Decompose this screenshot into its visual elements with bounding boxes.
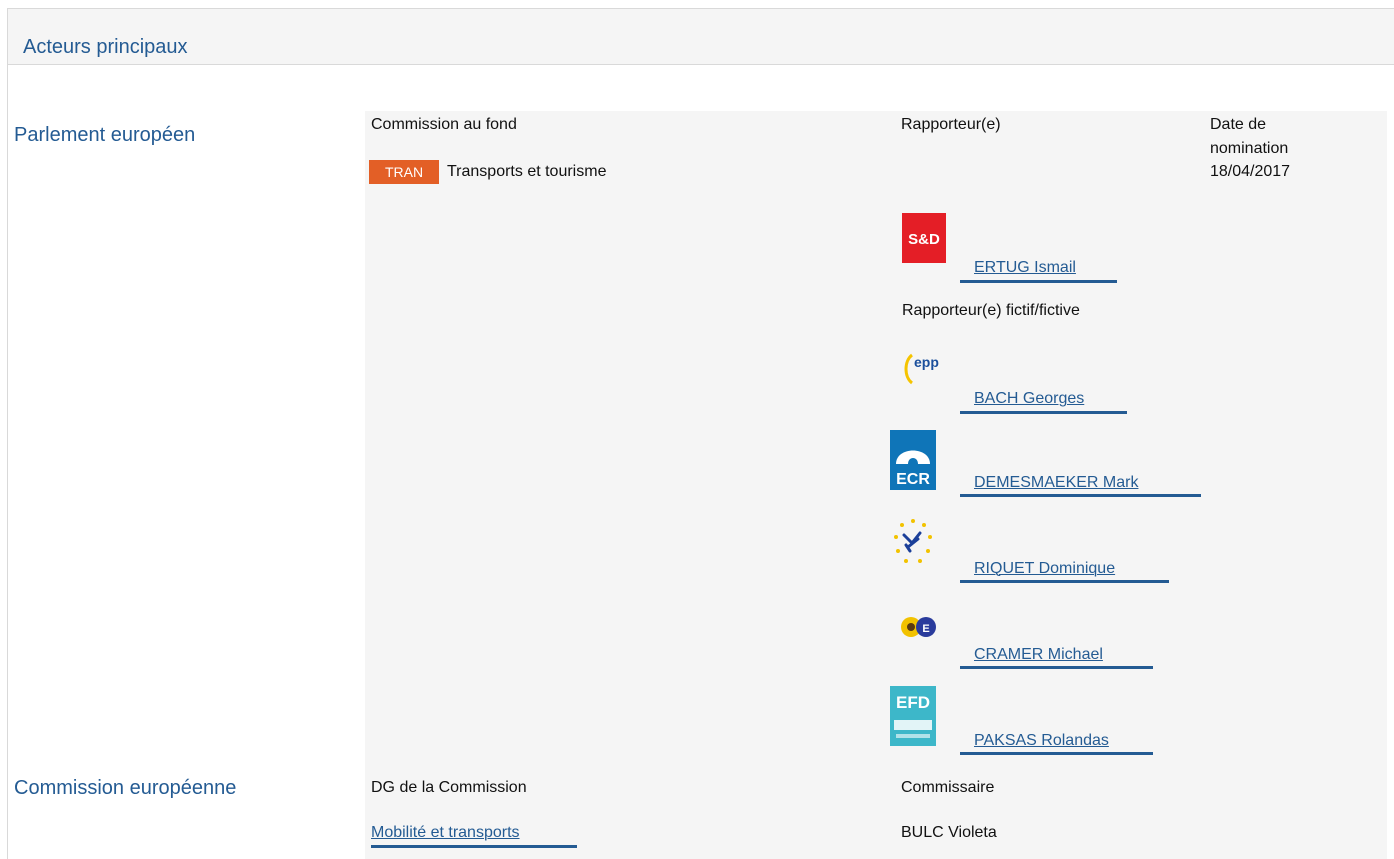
- commissioner-name: BULC Violeta: [901, 824, 997, 841]
- commission-label: Commission européenne: [14, 777, 237, 799]
- epp-logo-icon: epp: [902, 347, 946, 397]
- date-column-header-line1: Date de: [1210, 116, 1267, 133]
- dg-link[interactable]: Mobilité et transports: [371, 823, 520, 843]
- shadow-link-cramer-underline: [960, 666, 1153, 669]
- committee-badge: TRAN: [369, 160, 439, 184]
- shadow-link-riquet[interactable]: RIQUET Dominique: [974, 559, 1115, 579]
- nomination-date: 18/04/2017: [1210, 163, 1291, 180]
- s-and-d-logo-icon: S&D: [902, 213, 946, 263]
- svg-text:ECR: ECR: [896, 471, 930, 488]
- ecr-logo-icon: ECR: [890, 430, 936, 490]
- svg-text:S&D: S&D: [908, 231, 940, 248]
- date-column-header-line2: nomination: [1210, 140, 1289, 157]
- efd-logo-icon: EFD: [890, 686, 936, 746]
- rapporteur-column-header: Rapporteur(e): [901, 116, 1001, 133]
- commissioner-column-header: Commissaire: [901, 779, 995, 796]
- shadow-link-bach-underline: [960, 411, 1127, 414]
- svg-text:EFD: EFD: [896, 693, 930, 712]
- panel-title: Acteurs principaux: [23, 36, 188, 58]
- shadow-link-cramer[interactable]: CRAMER Michael: [974, 645, 1103, 665]
- svg-text:E: E: [922, 623, 929, 635]
- shadow-link-paksas-underline: [960, 752, 1153, 755]
- shadow-link-demesmaeker[interactable]: DEMESMAEKER Mark: [974, 473, 1138, 493]
- rapporteur-link-underline: [960, 280, 1117, 283]
- svg-text:epp: epp: [914, 354, 939, 370]
- shadow-rapporteur-label: Rapporteur(e) fictif/fictive: [902, 302, 1080, 319]
- dg-link-underline: [371, 845, 577, 848]
- panel-header: Acteurs principaux: [8, 9, 1394, 65]
- greens-efa-logo-icon: E: [898, 612, 938, 642]
- committee-name: Transports et tourisme: [447, 163, 607, 180]
- shadow-link-bach[interactable]: BACH Georges: [974, 389, 1084, 409]
- committee-column-header: Commission au fond: [371, 116, 517, 133]
- parliament-content: [365, 111, 1387, 761]
- dg-column-header: DG de la Commission: [371, 779, 527, 796]
- rapporteur-link[interactable]: ERTUG Ismail: [974, 258, 1076, 278]
- shadow-link-paksas[interactable]: PAKSAS Rolandas: [974, 731, 1109, 751]
- shadow-link-riquet-underline: [960, 580, 1169, 583]
- shadow-link-demesmaeker-underline: [960, 494, 1201, 497]
- alde-logo-icon: [890, 515, 936, 575]
- parliament-label: Parlement européen: [14, 124, 196, 146]
